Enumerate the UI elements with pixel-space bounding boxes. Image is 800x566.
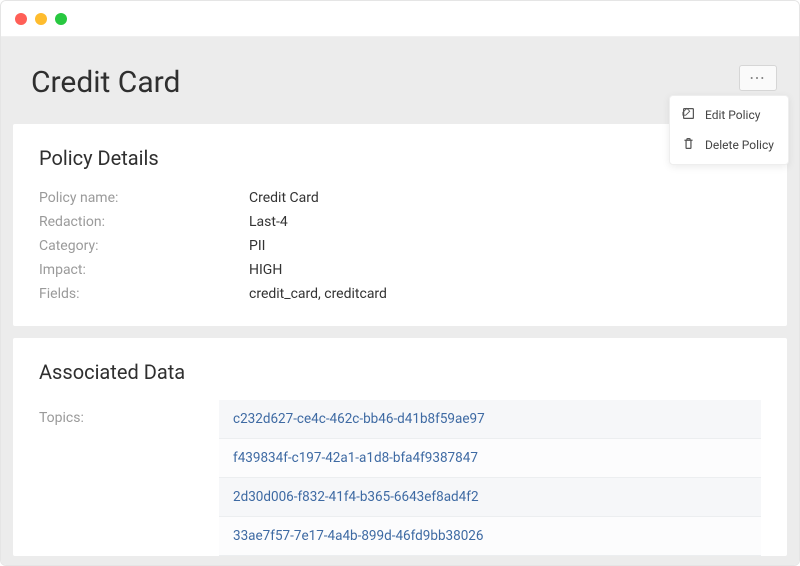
application-window: Credit Card ⋯ Edit Policy Delete Policy … (0, 0, 800, 566)
policy-details-list: Policy name:Credit CardRedaction:Last-4C… (39, 186, 761, 306)
detail-value: credit_card, creditcard (249, 286, 387, 302)
topic-link[interactable]: f439834f-c197-42a1-a1d8-bfa4f9387847 (219, 439, 761, 478)
trash-icon (682, 137, 695, 153)
actions-dropdown: Edit Policy Delete Policy (669, 95, 789, 165)
topics-label: Topics: (39, 400, 219, 556)
detail-label: Redaction: (39, 214, 249, 230)
page-header: Credit Card ⋯ Edit Policy Delete Policy (1, 37, 799, 124)
edit-policy-label: Edit Policy (705, 108, 760, 122)
delete-policy-label: Delete Policy (705, 138, 774, 152)
topics-section: Topics: c232d627-ce4c-462c-bb46-d41b8f59… (39, 400, 761, 556)
detail-value: Last-4 (249, 214, 288, 230)
detail-value: Credit Card (249, 190, 319, 206)
content-area: Policy Details Policy name:Credit CardRe… (1, 124, 799, 565)
detail-row: Impact:HIGH (39, 258, 761, 282)
window-maximize-button[interactable] (55, 13, 67, 25)
delete-policy-menu-item[interactable]: Delete Policy (670, 130, 788, 160)
associated-data-card: Associated Data Topics: c232d627-ce4c-46… (13, 338, 787, 556)
page-title: Credit Card (31, 65, 769, 100)
detail-value: PII (249, 238, 265, 254)
detail-label: Fields: (39, 286, 249, 302)
detail-row: Policy name:Credit Card (39, 186, 761, 210)
window-titlebar (1, 1, 799, 37)
detail-row: Fields:credit_card, creditcard (39, 282, 761, 306)
topic-link[interactable]: 2d30d006-f832-41f4-b365-6643ef8ad4f2 (219, 478, 761, 517)
detail-label: Policy name: (39, 190, 249, 206)
more-actions-button[interactable]: ⋯ (739, 65, 777, 91)
window-close-button[interactable] (15, 13, 27, 25)
topics-list: c232d627-ce4c-462c-bb46-d41b8f59ae97f439… (219, 400, 761, 556)
window-minimize-button[interactable] (35, 13, 47, 25)
edit-policy-menu-item[interactable]: Edit Policy (670, 100, 788, 130)
detail-label: Category: (39, 238, 249, 254)
edit-icon (682, 107, 695, 123)
associated-data-title: Associated Data (39, 360, 761, 384)
detail-row: Category:PII (39, 234, 761, 258)
topic-link[interactable]: 33ae7f57-7e17-4a4b-899d-46fd9bb38026 (219, 517, 761, 556)
topic-link[interactable]: c232d627-ce4c-462c-bb46-d41b8f59ae97 (219, 400, 761, 439)
detail-row: Redaction:Last-4 (39, 210, 761, 234)
detail-value: HIGH (249, 262, 282, 278)
detail-label: Impact: (39, 262, 249, 278)
more-icon: ⋯ (749, 68, 767, 88)
policy-details-title: Policy Details (39, 146, 761, 170)
